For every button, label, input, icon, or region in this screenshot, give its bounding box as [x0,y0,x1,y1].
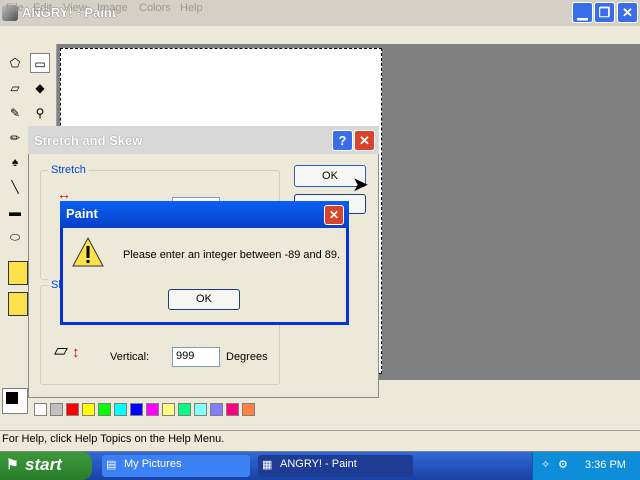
rectangle-icon[interactable]: ▬ [5,202,25,222]
degrees-label: Degrees [226,351,268,363]
palette-swatch[interactable] [82,403,95,416]
palette-swatch[interactable] [130,403,143,416]
current-colors[interactable] [2,388,28,414]
menu-file[interactable]: File [6,2,24,14]
brush-icon[interactable]: ♠ [5,152,25,172]
close-icon[interactable]: ✕ [324,205,344,225]
menu-view[interactable]: View [63,2,87,14]
menu-image[interactable]: Image [97,2,128,14]
menu-colors[interactable]: Colors [139,2,171,14]
mouse-cursor-icon: ➤ [352,174,369,196]
palette-swatch[interactable] [50,403,63,416]
minimize-button[interactable]: ▁ [572,2,593,23]
help-icon[interactable] [8,292,28,316]
start-label: start [25,455,62,474]
stretch-dialog-title: Stretch and Skew [34,133,143,148]
palette-swatch[interactable] [194,403,207,416]
palette-swatch[interactable] [162,403,175,416]
paint-icon: ▦ [262,459,273,471]
message-text: Please enter an integer between -89 and … [123,249,341,261]
status-text: For Help, click Help Topics on the Help … [2,433,225,445]
close-icon[interactable]: ✕ [354,130,375,151]
help-icon[interactable]: ? [332,130,353,151]
select-icon[interactable]: ▭ [30,53,50,73]
line-icon[interactable]: ╲ [5,177,25,197]
folder-icon: ▤ [106,459,117,471]
palette-swatch[interactable] [34,403,47,416]
pick-color-icon[interactable]: ✎ [5,103,25,123]
pencil-icon[interactable]: ✏ [5,128,25,148]
task-angry-paint[interactable]: ▦ ANGRY! - Paint [258,455,413,477]
palette-swatch[interactable] [178,403,191,416]
magnifier-icon[interactable]: ⚲ [30,103,50,123]
task-my-pictures[interactable]: ▤ My Pictures [102,455,250,477]
system-tray: ✧ ⚙ 3:36 PM [532,452,640,480]
message-box-titlebar [60,201,349,228]
restore-button[interactable]: ❐ [594,2,615,23]
palette-swatch[interactable] [210,403,223,416]
task-label: ANGRY! - Paint [280,458,357,470]
eraser-icon[interactable]: ▱ [5,78,25,98]
vertical-skew-icon: ▱ [54,340,68,360]
start-button[interactable]: ⚑ start [0,452,92,480]
menu-help[interactable]: Help [180,2,203,14]
palette-swatch[interactable] [114,403,127,416]
vertical-arrow-icon: ↕ [72,344,80,361]
help-icon[interactable] [8,261,28,285]
menu-bar [0,26,640,44]
vertical-skew-input[interactable]: 999 [172,347,220,367]
free-form-select-icon[interactable]: ⬠ [5,53,25,73]
close-window-button[interactable]: ✕ [617,2,638,23]
clock: 3:36 PM [585,459,626,471]
vertical-label: Vertical: [110,351,150,363]
ellipse-icon[interactable]: ⬭ [5,227,25,247]
security-icon[interactable]: ⚙ [558,458,568,471]
warning-icon [72,236,104,267]
palette-swatch[interactable] [98,403,111,416]
message-ok-button[interactable]: OK [168,289,240,310]
menu-edit[interactable]: Edit [33,2,52,14]
message-box-title: Paint [66,206,98,221]
palette-swatch[interactable] [226,403,239,416]
palette-swatch[interactable] [146,403,159,416]
network-icon[interactable]: ✧ [541,458,550,471]
horizontal-stretch-icon: ↔ [57,186,71,202]
palette-swatch[interactable] [66,403,79,416]
windows-logo-icon: ⚑ [6,456,19,472]
fill-icon[interactable]: ◆ [30,78,50,98]
task-label: My Pictures [124,458,182,470]
stretch-group-label: Stretch [48,164,89,176]
palette-swatch[interactable] [242,403,255,416]
